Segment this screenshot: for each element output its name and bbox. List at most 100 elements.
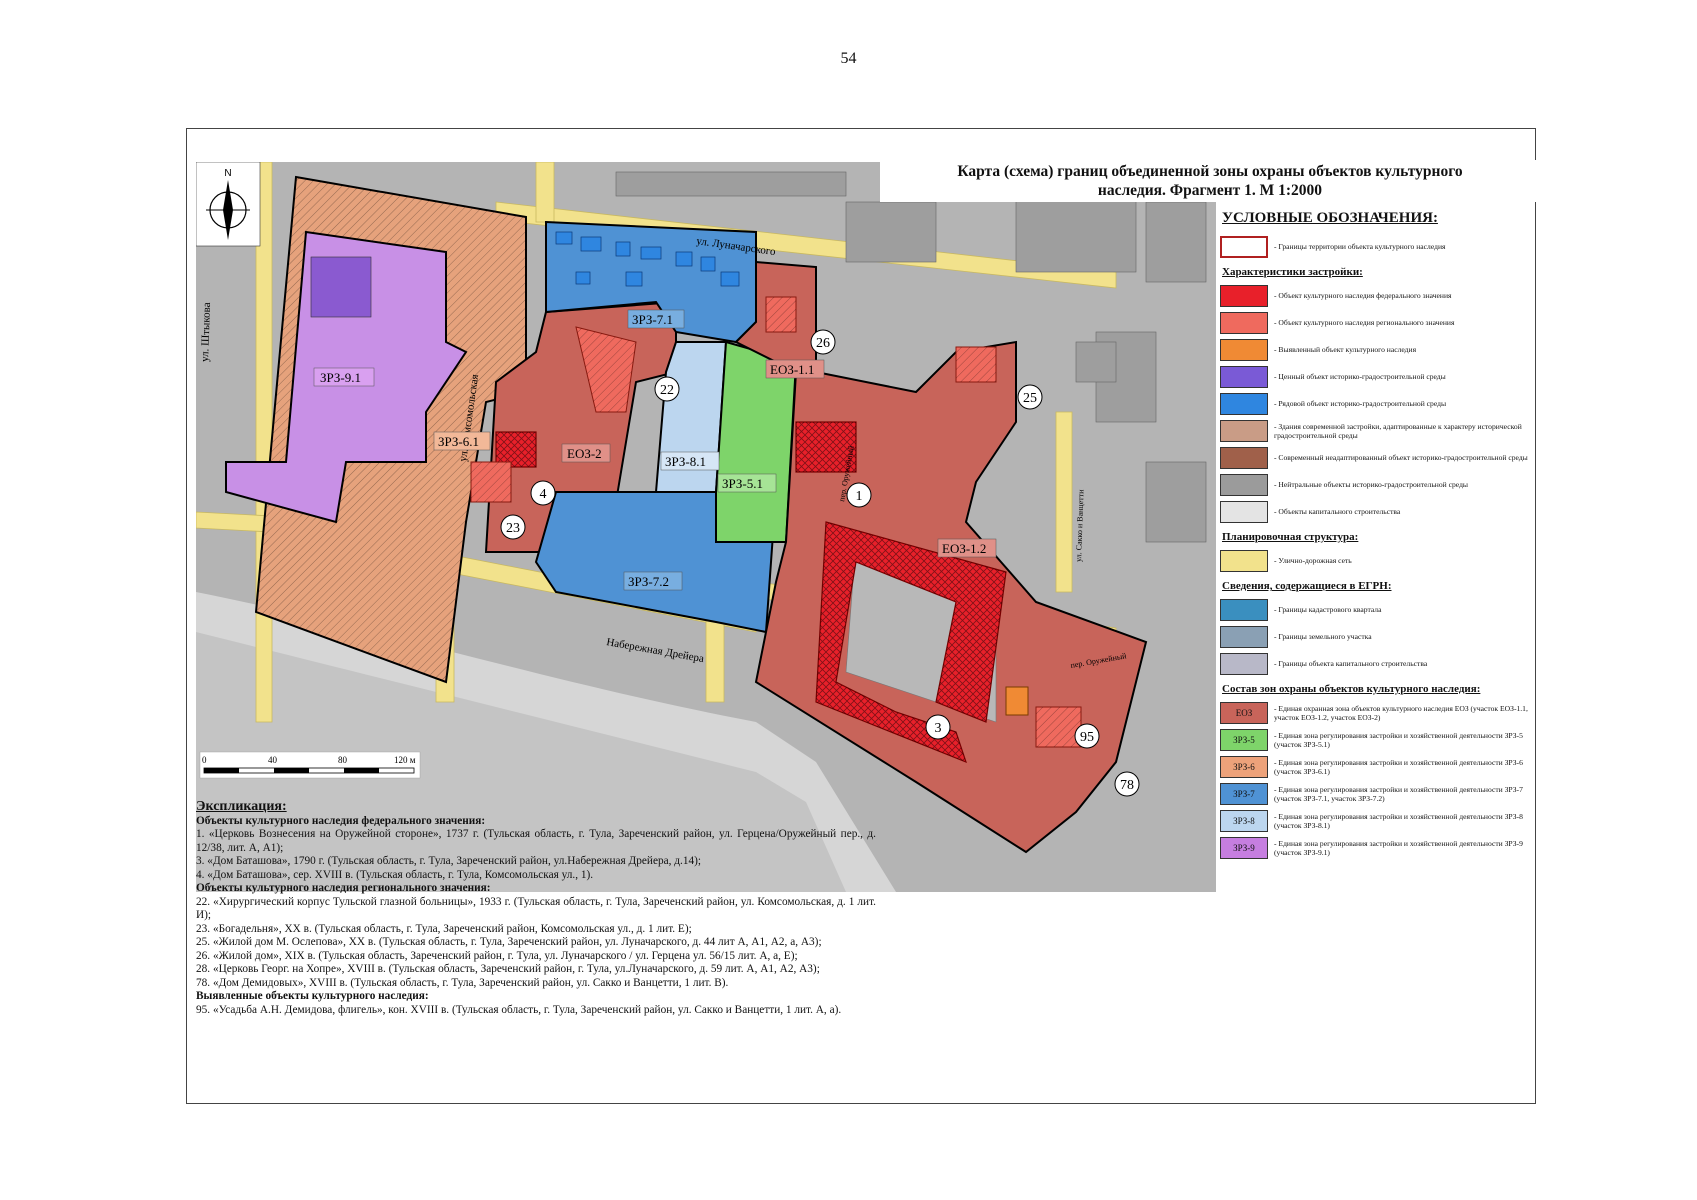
- legend-swatch: [1220, 284, 1268, 307]
- legend-label: - Ценный объект историко-градостроительн…: [1274, 372, 1446, 381]
- legend-swatch: [1220, 625, 1268, 648]
- explication-item: 1. «Церковь Вознесения на Оружейной стор…: [196, 828, 876, 854]
- zone-label-eoz-1-2: ЕОЗ-1.2: [942, 541, 986, 556]
- svg-text:N: N: [224, 168, 231, 179]
- legend-label: - Единая зона регулирования застройки и …: [1274, 811, 1523, 830]
- svg-text:80: 80: [338, 755, 348, 765]
- explication-section-identified: Выявленные объекты культурного наследия:: [196, 990, 429, 1002]
- legend-building-6: - Современный неадаптированный объект ис…: [1220, 444, 1530, 471]
- explication-item: 4. «Дом Баташова», сер. XVIII в. (Тульск…: [196, 868, 594, 881]
- zone-label-zrz-8-1: ЗРЗ-8.1: [665, 454, 706, 469]
- legend-swatch: [1220, 500, 1268, 523]
- scale-bar: 0 40 80 120 м: [199, 751, 421, 779]
- street-shtykova: ул. Штыкова: [199, 302, 213, 362]
- legend: УСЛОВНЫЕ ОБОЗНАЧЕНИЯ: - Границы территор…: [1220, 210, 1530, 861]
- explication-item: 25. «Жилой дом М. Ослепова», XX в. (Туль…: [196, 936, 822, 948]
- legend-zone-1: ЗРЗ-5 - Единая зона регулирования застрой…: [1220, 726, 1530, 753]
- legend-swatch: ЗРЗ-8: [1220, 809, 1268, 832]
- zone-label-eoz-2: ЕОЗ-2: [567, 446, 602, 461]
- legend-building-7: - Нейтральные объекты историко-градостро…: [1220, 471, 1530, 498]
- legend-label: - Нейтральные объекты историко-градостро…: [1274, 480, 1469, 489]
- explication-item: 23. «Богадельня», XX в. (Тульская област…: [196, 922, 692, 935]
- svg-text:120 м: 120 м: [394, 755, 416, 765]
- north-arrow: N: [196, 162, 261, 247]
- legend-label: - Единая зона регулирования застройки и …: [1274, 838, 1523, 857]
- explication-item: 95. «Усадьба А.Н. Демидова, флигель», ко…: [196, 1003, 842, 1016]
- explication-item: 28. «Церковь Георг. на Хопре», XVIII в. …: [196, 963, 820, 975]
- zone-label-zrz-7-1: ЗРЗ-7.1: [632, 312, 673, 327]
- legend-building-5: - Здания современной застройки, адаптиро…: [1220, 417, 1530, 444]
- legend-label: - Границы земельного участка: [1274, 632, 1372, 641]
- legend-egrn-0: - Границы кадастрового квартала: [1220, 596, 1530, 623]
- object-95: 95: [1080, 730, 1094, 745]
- explication-heading: Экспликация:: [196, 799, 287, 814]
- legend-label: - Выявленный объект культурного наследия: [1274, 345, 1417, 354]
- page-number: 54: [840, 50, 857, 67]
- identified-object-95: [1005, 686, 1029, 716]
- explication-item: 26. «Жилой дом», XIX в. (Тульская област…: [196, 949, 798, 962]
- legend-label: - Современный неадаптированный объект ис…: [1274, 453, 1528, 462]
- legend-label: - Единая зона регулирования застройки и …: [1274, 730, 1523, 749]
- legend-building-3: - Ценный объект историко-градостроительн…: [1220, 363, 1530, 390]
- legend-item-road: - Улично-дорожная сеть: [1220, 547, 1530, 574]
- legend-zone-0: ЕОЗ - Единая охранная зона объектов культ…: [1220, 699, 1530, 726]
- legend-swatch: ЕОЗ: [1220, 701, 1268, 724]
- svg-text:0: 0: [202, 755, 207, 765]
- map-area[interactable]: ул. Луначарского ул. Штыкова ул. Комсомо…: [196, 162, 1216, 892]
- zone-label-zrz-7-2: ЗРЗ-7.2: [628, 574, 669, 589]
- legend-swatch: [1220, 598, 1268, 621]
- legend-item-boundary: - Границы территории объекта культурного…: [1220, 233, 1530, 260]
- legend-egrn-2: - Границы объекта капитального строитель…: [1220, 650, 1530, 677]
- legend-zone-5: ЗРЗ-9 - Единая зона регулирования застрой…: [1220, 834, 1530, 861]
- object-26: 26: [816, 336, 830, 351]
- legend-swatch: [1220, 338, 1268, 361]
- legend-section-egrn: Сведения, содержащиеся в ЕГРН:: [1222, 580, 1392, 592]
- legend-swatch: [1220, 365, 1268, 388]
- object-1: 1: [856, 489, 863, 504]
- object-78: 78: [1120, 778, 1134, 793]
- explication-item: 78. «Дом Демидовых», XVIII в. (Тульская …: [196, 976, 729, 989]
- legend-label: - Объект культурного наследия региональн…: [1274, 318, 1455, 327]
- object-23: 23: [506, 521, 520, 536]
- legend-label: - Объект культурного наследия федерально…: [1274, 291, 1452, 300]
- zone-label-eoz-1-1: ЕОЗ-1.1: [770, 362, 814, 377]
- legend-label: - Объекты капитального строительства: [1274, 507, 1401, 516]
- legend-section-buildings: Характеристики застройки:: [1222, 266, 1363, 278]
- explication-section-regional: Объекты культурного наследия регионально…: [196, 882, 491, 894]
- legend-label: - Единая охранная зона объектов культурн…: [1274, 703, 1528, 722]
- legend-swatch: ЗРЗ-6: [1220, 755, 1268, 778]
- legend-swatch: [1220, 446, 1268, 469]
- legend-label: - Границы кадастрового квартала: [1274, 605, 1382, 614]
- legend-label: - Здания современной застройки, адаптиро…: [1274, 421, 1522, 440]
- object-25: 25: [1023, 391, 1037, 406]
- legend-label: - Границы объекта капитального строитель…: [1274, 659, 1428, 668]
- legend-egrn-1: - Границы земельного участка: [1220, 623, 1530, 650]
- explication-item: 22. «Хирургический корпус Тульской глазн…: [196, 895, 876, 922]
- legend-section-planning: Планировочная структура:: [1222, 531, 1359, 543]
- zone-label-zrz-9-1: ЗРЗ-9.1: [320, 370, 361, 385]
- legend-label: - Единая зона регулирования застройки и …: [1274, 757, 1523, 776]
- legend-zone-2: ЗРЗ-6 - Единая зона регулирования застрой…: [1220, 753, 1530, 780]
- legend-swatch: [1220, 652, 1268, 675]
- object-3: 3: [935, 721, 942, 736]
- map-title: Карта (схема) границ объединенной зоны о…: [880, 160, 1540, 202]
- legend-swatch: ЗРЗ-7: [1220, 782, 1268, 805]
- legend-swatch: ЗРЗ-9: [1220, 836, 1268, 859]
- legend-label: - Рядовой объект историко-градостроитель…: [1274, 399, 1447, 408]
- legend-building-4: - Рядовой объект историко-градостроитель…: [1220, 390, 1530, 417]
- legend-swatch: [1220, 419, 1268, 442]
- legend-swatch: [1220, 311, 1268, 334]
- zone-label-zrz-5-1: ЗРЗ-5.1: [722, 476, 763, 491]
- legend-section-zones: Состав зон охраны объектов культурного н…: [1222, 683, 1481, 695]
- legend-swatch: [1220, 473, 1268, 496]
- svg-text:40: 40: [268, 755, 278, 765]
- legend-building-0: - Объект культурного наследия федерально…: [1220, 282, 1530, 309]
- legend-swatch: [1220, 392, 1268, 415]
- zone-label-zrz-6-1: ЗРЗ-6.1: [438, 434, 479, 449]
- object-22: 22: [660, 383, 674, 398]
- legend-heading: УСЛОВНЫЕ ОБОЗНАЧЕНИЯ:: [1222, 210, 1438, 226]
- legend-zone-3: ЗРЗ-7 - Единая зона регулирования застрой…: [1220, 780, 1530, 807]
- explication-section-federal: Объекты культурного наследия федеральног…: [196, 814, 486, 827]
- object-4: 4: [540, 487, 547, 502]
- explication-item: 3. «Дом Баташова», 1790 г. (Тульская обл…: [196, 855, 702, 867]
